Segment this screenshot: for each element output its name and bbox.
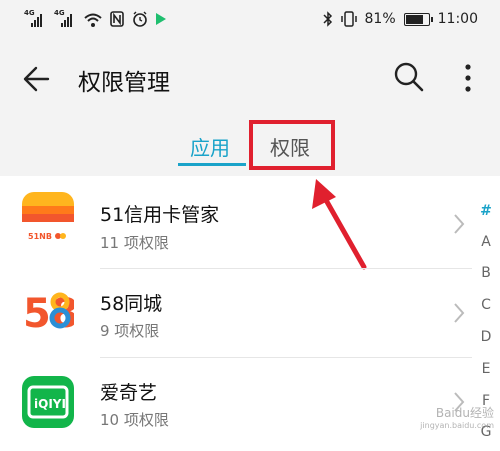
app-permission-count: 9 项权限: [100, 322, 160, 340]
search-button[interactable]: [393, 61, 425, 93]
alarm-icon: [133, 11, 147, 27]
more-vert-icon: [465, 64, 471, 92]
bluetooth-icon: [322, 11, 332, 27]
chevron-right-icon: [454, 303, 465, 323]
app-name: 爱奇艺: [100, 382, 158, 404]
play-store-icon: [156, 13, 166, 25]
watermark-text: Baidu经验: [435, 406, 494, 420]
watermark: Baidu经验 jingyan.baidu.com: [384, 404, 494, 430]
search-icon: [394, 62, 424, 92]
index-letter[interactable]: C: [478, 297, 494, 313]
clock: 11:00: [437, 11, 478, 27]
back-button[interactable]: [20, 62, 54, 96]
index-letter[interactable]: A: [478, 234, 494, 250]
app-list-item[interactable]: 51NB 51信用卡管家 11 项权限: [0, 180, 470, 268]
app-icon-text: iQIYI: [34, 397, 66, 411]
tab-active-indicator: [178, 163, 246, 166]
battery-icon: [403, 12, 433, 26]
chevron-right-icon: [454, 214, 465, 234]
status-left: 4G 4G: [24, 9, 166, 27]
back-arrow-icon: [23, 66, 50, 92]
app-permission-count: 10 项权限: [100, 411, 169, 429]
index-letter[interactable]: D: [478, 329, 494, 345]
signal-icon: 4G: [54, 9, 76, 27]
signal-icon: 4G: [24, 9, 46, 27]
51-credit-card-icon: 51NB: [22, 192, 74, 244]
app-name: 51信用卡管家: [100, 204, 220, 226]
index-letter[interactable]: E: [478, 361, 494, 377]
wifi-icon: [84, 13, 102, 27]
more-options-button[interactable]: [458, 63, 478, 93]
58-tongcheng-icon: 58: [22, 285, 74, 337]
status-bar: 4G 4G 81% 11:00: [0, 0, 500, 40]
page-title: 权限管理: [78, 70, 170, 96]
app-list-item[interactable]: iQIYI 爱奇艺 10 项权限: [0, 358, 470, 446]
index-letter[interactable]: #: [478, 203, 494, 219]
index-letter[interactable]: B: [478, 265, 494, 281]
app-list-item[interactable]: 58 58同城 9 项权限: [0, 269, 470, 357]
battery-percent: 81%: [364, 11, 396, 27]
app-bar: 权限管理: [0, 48, 500, 108]
app-name: 58同城: [100, 293, 163, 315]
app-permission-count: 11 项权限: [100, 234, 169, 252]
iqiyi-icon: iQIYI: [22, 376, 74, 428]
vibrate-icon: [340, 11, 357, 27]
nfc-icon: [110, 11, 124, 27]
watermark-subtext: jingyan.baidu.com: [420, 421, 494, 430]
tab-apps[interactable]: 应用: [190, 132, 230, 161]
status-right: 81% 11:00: [322, 11, 478, 27]
app-icon-text: 51NB: [28, 232, 52, 241]
annotation-highlight-box: [249, 120, 335, 170]
